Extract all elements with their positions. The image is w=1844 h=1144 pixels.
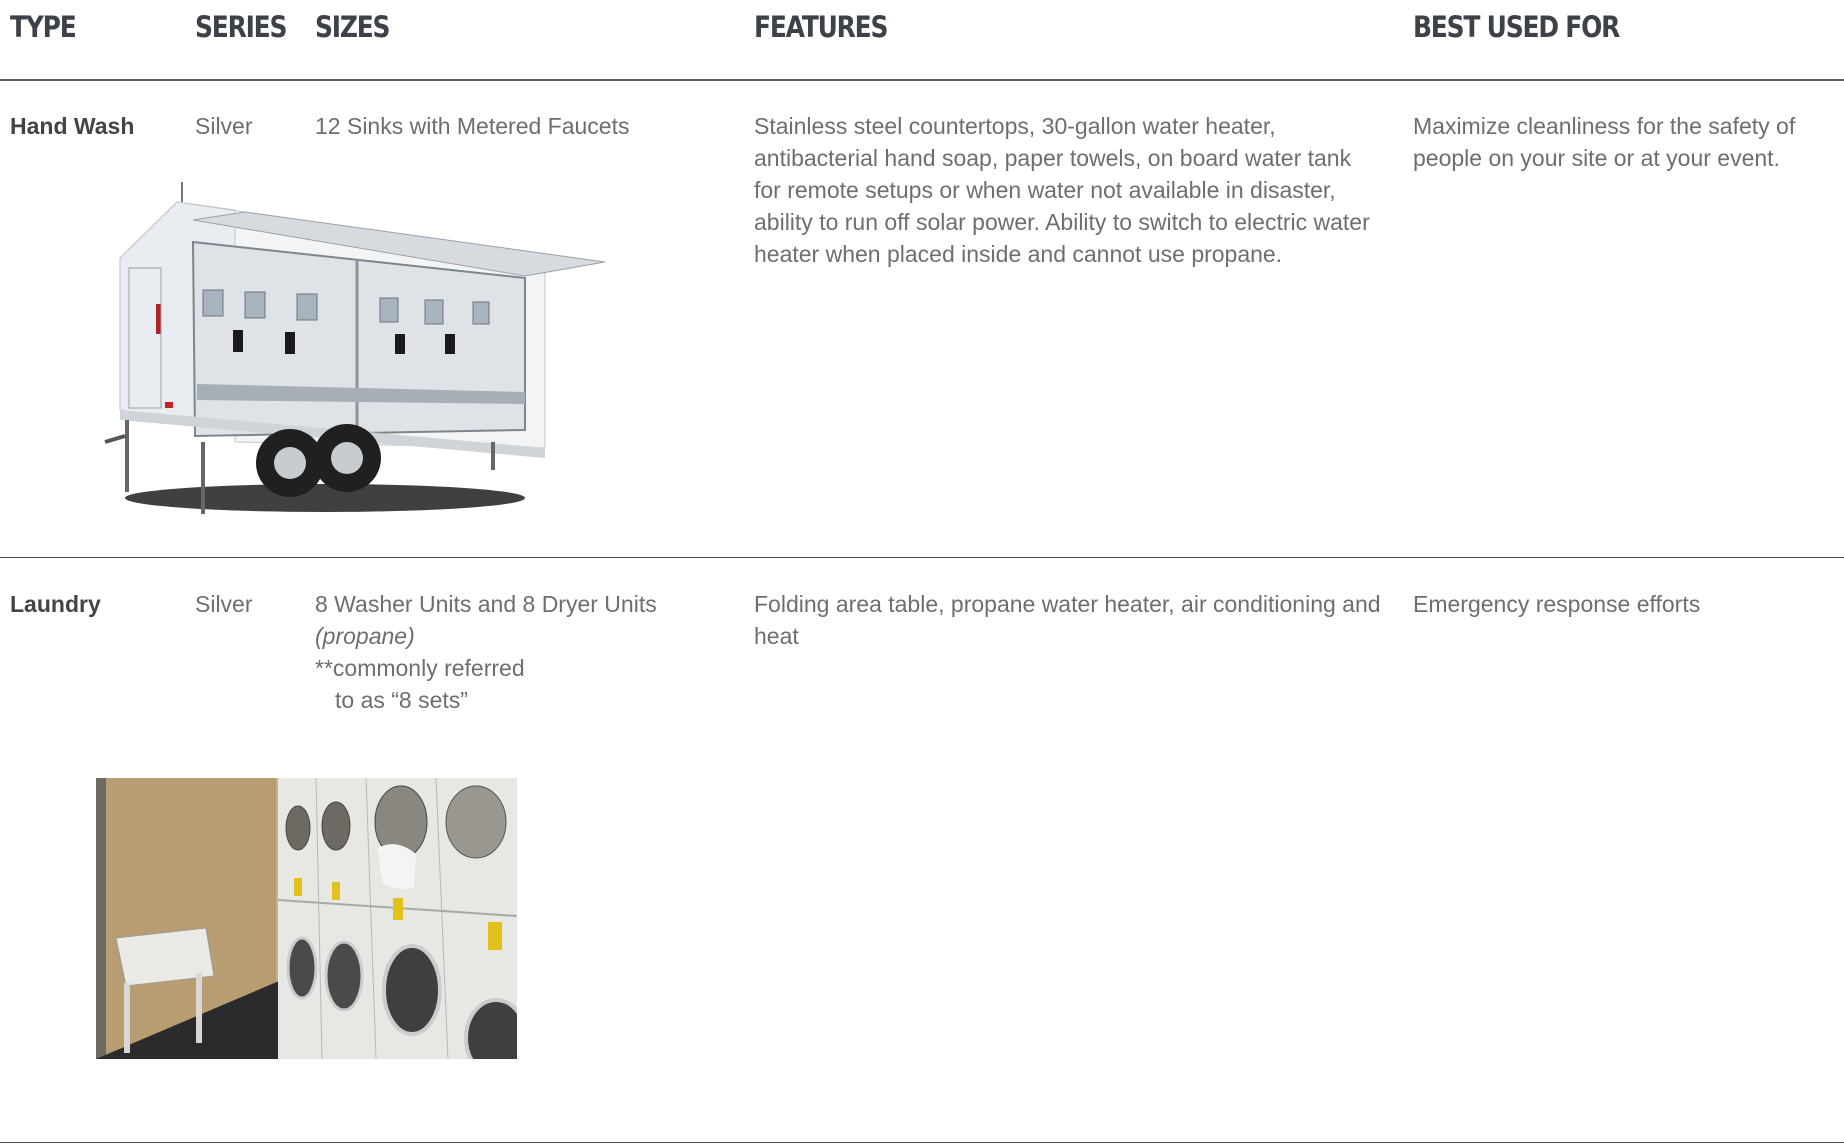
sizes-line: 8 Washer Units and 8 Dryer Units [315,591,657,617]
sizes-note-continued: to as “8 sets” [335,687,468,713]
col-header-features: FEATURES [754,10,888,44]
table-header-row: TYPE SERIES SIZES FEATURES BEST USED FOR [0,0,1844,81]
row-series: Silver [195,591,253,617]
row-type: Laundry [10,591,101,617]
laundry-room-image [96,778,517,1059]
row-best-used-for: Maximize cleanliness for the safety of p… [1413,113,1796,171]
sizes-note: **commonly referred [315,655,525,681]
row-sizes: 8 Washer Units and 8 Dryer Units (propan… [315,588,735,716]
row-type: Hand Wash [10,113,135,139]
table-row: Laundry Silver 8 Washer Units and 8 Drye… [0,558,1844,1143]
table-row: Hand Wash Silver 12 Sinks with Metered F… [0,80,1844,558]
col-header-sizes: SIZES [315,10,391,44]
col-header-type: TYPE [10,10,77,44]
row-series: Silver [195,113,253,139]
sizes-line: 12 Sinks with Metered Faucets [315,113,630,139]
col-header-series: SERIES [195,10,287,44]
row-features: Stainless steel countertops, 30-gallon w… [754,113,1370,267]
sizes-line-propane: (propane) [315,623,415,649]
row-sizes: 12 Sinks with Metered Faucets [315,110,735,142]
row-best-used-for: Emergency response efforts [1413,591,1701,617]
hand-wash-trailer-image [104,182,606,514]
row-features: Folding area table, propane water heater… [754,591,1381,649]
col-header-best-used-for: BEST USED FOR [1413,10,1620,44]
